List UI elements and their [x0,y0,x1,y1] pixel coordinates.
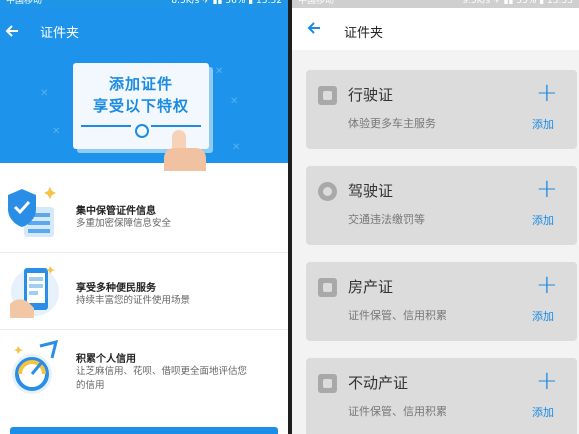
plus-icon[interactable]: + [536,272,558,298]
phone-card-icon [10,266,59,318]
feature-desc: 多重加密保障信息安全 [76,218,172,229]
card-name: 房产证 [348,278,394,296]
add-button[interactable]: 添加 [532,116,554,132]
building-icon [318,374,337,393]
banner-line2: 享受以下特权 [92,97,189,115]
feature-desc: 持续丰富您的证件使用场景 [76,295,191,306]
plus-icon[interactable]: + [536,176,558,202]
card-drivers-license[interactable]: 驾驶证 交通违法缴罚等 + 添加 [306,166,577,245]
card-name: 驾驶证 [348,182,394,200]
sparkle-icon: ✕ [232,142,241,153]
sparkle-icon: ✕ [215,66,224,77]
sparkle-icon: ✕ [230,96,239,107]
arrow-left-icon [5,25,18,37]
card-desc: 体验更多车主服务 [348,117,436,130]
hero-banner: 证件夹 ✕ ✕ ✕ ✕ ✕ 添加证件 享受以下特权 [0,8,288,171]
card-property-cert[interactable]: 房产证 证件保管、信用积累 + 添加 [306,262,577,341]
status-bar: 中国移动 8.5K/s ✈ ▮▮ 56% ▮ 13:52 [0,0,288,8]
carrier-label: 中国移动 [298,0,335,6]
status-right: 8.5K/s ✈ ▮▮ 56% ▮ 13:52 [171,0,282,6]
add-button[interactable]: 添加 [532,308,554,324]
banner-line1: 添加证件 [108,75,173,93]
right-screen: 中国移动 9.5K/s ✈ ▮▮ 55% ▮ 13:53 证件夹 行驶证 体验更… [292,0,579,434]
card-real-estate-cert[interactable]: 不动产证 证件保管、信用积累 + 添加 [306,358,577,434]
feature-title: 集中保管证件信息 [76,206,156,217]
back-button[interactable] [306,20,322,39]
plus-icon[interactable]: + [536,368,558,394]
add-card-button[interactable] [10,427,278,434]
card-desc: 证件保管、信用积累 [348,309,447,322]
sparkle-icon: ✕ [52,126,61,137]
credit-gauge-icon [12,340,59,394]
sparkle-icon: ✕ [40,88,49,99]
header-bar: 证件夹 [292,8,579,50]
arrow-left-icon [307,22,320,34]
status-right: 9.5K/s ✈ ▮▮ 55% ▮ 13:53 [462,0,573,6]
card-name: 不动产证 [348,374,409,392]
card-desc: 交通违法缴罚等 [348,213,425,226]
shield-server-icon [8,187,56,237]
steering-wheel-icon [318,182,337,201]
page-title: 证件夹 [40,26,80,41]
plus-icon[interactable]: + [536,80,558,106]
feature-title: 享受多种便民服务 [76,283,156,294]
add-button[interactable]: 添加 [532,212,554,228]
status-bar: 中国移动 9.5K/s ✈ ▮▮ 55% ▮ 13:53 [292,0,579,8]
car-icon [318,86,337,105]
card-name: 行驶证 [348,86,394,104]
carrier-label: 中国移动 [6,0,43,6]
badge-icon [135,124,149,138]
feature-title: 积累个人信用 [76,354,136,365]
back-button[interactable] [4,23,20,39]
left-screen: 中国移动 8.5K/s ✈ ▮▮ 56% ▮ 13:52 证件夹 ✕ ✕ ✕ ✕… [0,0,288,434]
feature-desc: 让芝麻信用、花呗、借呗更全面地评估您的信用 [76,366,248,391]
page-title: 证件夹 [344,26,384,41]
add-button[interactable]: 添加 [532,404,554,420]
card-driving-license[interactable]: 行驶证 体验更多车主服务 + 添加 [306,70,577,149]
card-desc: 证件保管、信用积累 [348,405,447,418]
building-icon [318,278,337,297]
